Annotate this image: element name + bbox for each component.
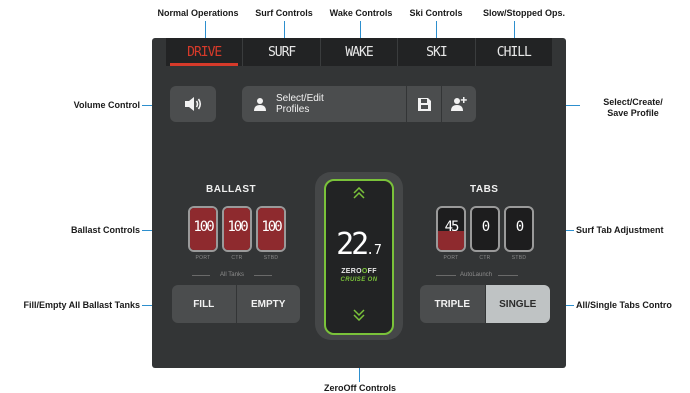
ballast-tank-ctr[interactable]: 100 xyxy=(222,206,252,252)
ballast-tank-port[interactable]: 100 xyxy=(188,206,218,252)
ballast-fill-empty-toggle: FILL EMPTY xyxy=(172,285,300,323)
single-button[interactable]: SINGLE xyxy=(484,285,550,323)
profile-select-label: Select/Edit Profiles xyxy=(276,93,324,115)
annotation-zerooff-controls: ZeroOff Controls xyxy=(324,383,396,393)
autolaunch-label: AutoLaunch xyxy=(459,272,493,278)
annotation-fill-empty: Fill/Empty All Ballast Tanks xyxy=(23,300,140,310)
group-line xyxy=(498,275,518,276)
group-line xyxy=(254,275,272,276)
annotation-all-single-tabs: All/Single Tabs Contro xyxy=(576,300,672,310)
group-line xyxy=(192,275,210,276)
annotation-wake-controls: Wake Controls xyxy=(329,8,393,18)
tab-tank-port[interactable]: 45 xyxy=(436,206,466,252)
save-profile-button[interactable] xyxy=(407,86,441,122)
tab-ski[interactable]: SKI xyxy=(398,38,476,66)
tank-label: PORT xyxy=(443,255,459,261)
annotation-ballast-controls: Ballast Controls xyxy=(70,225,140,235)
tank-value: 100 xyxy=(227,219,248,235)
annotation-surf-tab-adjustment: Surf Tab Adjustment xyxy=(576,225,664,235)
mode-tab-bar: DRIVE SURF WAKE SKI CHILL xyxy=(166,38,552,66)
chevron-down-icon xyxy=(353,309,365,321)
zerooff-panel: 22.7 ZEROOFF CRUISE ON xyxy=(315,172,403,340)
all-tanks-label: All Tanks xyxy=(220,272,244,278)
tank-value: 0 xyxy=(515,219,524,235)
speed-decimal: .7 xyxy=(366,243,382,258)
speed-integer: 22 xyxy=(336,227,369,262)
ballast-tank-stbd[interactable]: 100 xyxy=(256,206,286,252)
tab-chill[interactable]: CHILL xyxy=(476,38,552,66)
speed-readout: 22.7 xyxy=(326,227,392,262)
tank-label: STBD xyxy=(263,255,279,261)
tab-tank-stbd[interactable]: 0 xyxy=(504,206,534,252)
tank-value: 100 xyxy=(261,219,282,235)
annotation-line-2: Save Profile xyxy=(607,108,659,118)
zerooff-logo: ZEROOFF xyxy=(326,268,392,275)
annotation-normal-operations: Normal Operations xyxy=(157,8,239,18)
tank-value: 100 xyxy=(193,219,214,235)
annotation-ski-controls: Ski Controls xyxy=(409,8,463,18)
annotation-volume-control: Volume Control xyxy=(73,100,140,110)
ballast-title: BALLAST xyxy=(206,184,257,195)
tank-label: PORT xyxy=(195,255,211,261)
speed-down-button[interactable] xyxy=(326,309,392,321)
triple-button[interactable]: TRIPLE xyxy=(420,285,485,323)
tabs-triple-single-toggle: TRIPLE SINGLE xyxy=(420,285,550,323)
tank-label: CTR xyxy=(479,255,491,261)
tank-value: 45 xyxy=(444,219,460,235)
zerooff-logo-a: ZERO xyxy=(341,268,362,275)
control-panel: DRIVE SURF WAKE SKI CHILL Select/Edit Pr… xyxy=(152,38,566,368)
empty-button[interactable]: EMPTY xyxy=(235,285,301,323)
tank-value: 0 xyxy=(481,219,490,235)
annotation-slow-stopped-ops: Slow/Stopped Ops. xyxy=(482,8,565,18)
tab-wake[interactable]: WAKE xyxy=(321,38,399,66)
cruise-status: CRUISE ON xyxy=(340,277,378,283)
fill-button[interactable]: FILL xyxy=(172,285,236,323)
chevron-up-icon xyxy=(353,187,365,199)
annotation-select-create-save: Select/Create/ Save Profile xyxy=(583,97,683,119)
speaker-icon xyxy=(185,97,202,111)
tank-label: STBD xyxy=(511,255,527,261)
tab-tank-ctr[interactable]: 0 xyxy=(470,206,500,252)
tab-surf[interactable]: SURF xyxy=(243,38,321,66)
annotation-surf-controls: Surf Controls xyxy=(255,8,313,18)
add-profile-button[interactable] xyxy=(442,86,476,122)
user-icon xyxy=(254,98,266,111)
speed-up-button[interactable] xyxy=(326,187,392,199)
add-user-icon xyxy=(451,97,467,111)
volume-button[interactable] xyxy=(170,86,216,122)
zerooff-display: 22.7 ZEROOFF CRUISE ON xyxy=(324,179,394,335)
tab-drive[interactable]: DRIVE xyxy=(166,38,244,66)
zerooff-logo-b: FF xyxy=(367,268,377,275)
group-line xyxy=(436,275,456,276)
annotation-line-1: Select/Create/ xyxy=(603,97,663,107)
profile-bar: Select/Edit Profiles xyxy=(242,86,476,122)
floppy-disk-icon xyxy=(417,97,431,111)
profile-select-button[interactable]: Select/Edit Profiles xyxy=(242,86,406,122)
tank-label: CTR xyxy=(231,255,243,261)
tabs-title: TABS xyxy=(470,184,499,195)
